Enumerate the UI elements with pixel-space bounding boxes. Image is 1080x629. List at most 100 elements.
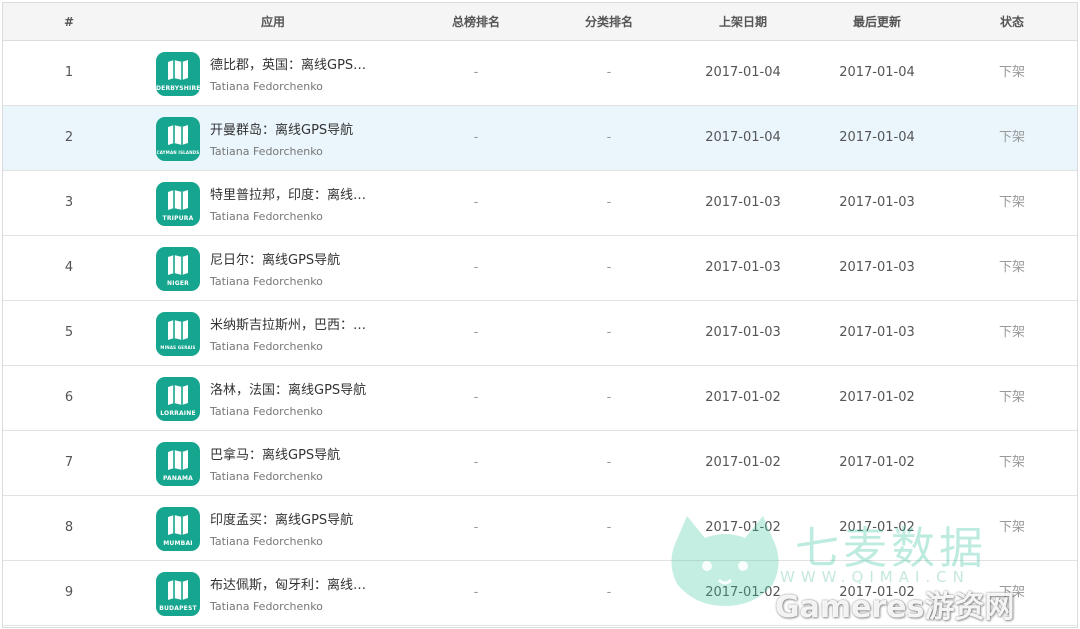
last-update: 2017-01-04: [839, 65, 915, 80]
header-category-rank[interactable]: 分类排名: [585, 3, 633, 41]
row-rank: 9: [64, 585, 74, 600]
last-update: 2017-01-03: [839, 195, 915, 210]
app-name-link[interactable]: 米纳斯吉拉斯州，巴西：离线GPS导航: [210, 314, 368, 333]
header-app: 应用: [260, 15, 286, 29]
listed-date: 2017-01-02: [705, 520, 781, 535]
status-badge: 下架: [998, 455, 1026, 470]
app-name-link[interactable]: 开曼群岛：离线GPS导航: [210, 119, 368, 138]
icon-caption: BUDAPEST: [159, 605, 197, 612]
row-rank: 8: [64, 520, 74, 535]
overall-rank: -: [473, 195, 479, 210]
row-rank: 2: [64, 130, 74, 145]
map-icon: [168, 190, 188, 210]
listed-date: 2017-01-04: [705, 130, 781, 145]
overall-rank: -: [473, 390, 479, 405]
table-row[interactable]: 8 MUMBAI 印度孟买：离线GPS导航 Tatiana Fedorchenko - -…: [3, 496, 1077, 561]
icon-caption: DERBYSHIRE: [156, 85, 200, 92]
listed-date: 2017-01-02: [705, 585, 781, 600]
last-update: 2017-01-04: [839, 130, 915, 145]
table-row[interactable]: 6 LORRAINE 洛林，法国：离线GPS导航 Tatiana Fedorchenk…: [3, 366, 1077, 431]
listed-date: 2017-01-02: [705, 455, 781, 470]
header-rank: #: [63, 15, 75, 29]
app-icon[interactable]: PANAMA: [156, 442, 200, 486]
last-update: 2017-01-02: [839, 520, 915, 535]
listed-date: 2017-01-04: [705, 65, 781, 80]
icon-caption: PANAMA: [163, 475, 193, 482]
category-rank: -: [606, 390, 612, 405]
header-last-update[interactable]: 最后更新: [853, 3, 901, 41]
table-row[interactable]: 5 MINAS GERAIS 米纳斯吉拉斯州，巴西：离线GPS导航 Tatiana F…: [3, 301, 1077, 366]
app-name-link[interactable]: 德比郡，英国：离线GPS导航: [210, 54, 368, 73]
last-update: 2017-01-03: [839, 325, 915, 340]
category-rank: -: [606, 195, 612, 210]
status-badge: 下架: [998, 390, 1026, 405]
status-badge: 下架: [998, 130, 1026, 145]
last-update: 2017-01-03: [839, 260, 915, 275]
map-icon: [168, 580, 188, 600]
app-icon[interactable]: TRIPURA: [156, 182, 200, 226]
table-row[interactable]: 3 TRIPURA 特里普拉邦，印度：离线GPS导航 Tatiana Fedorche…: [3, 171, 1077, 236]
app-icon[interactable]: LORRAINE: [156, 377, 200, 421]
app-developer: Tatiana Fedorchenko: [210, 470, 323, 483]
icon-caption: MINAS GERAIS: [160, 345, 196, 350]
table-row[interactable]: 2 CAYMAN ISLANDS 开曼群岛：离线GPS导航 Tatiana Fedor…: [3, 106, 1077, 171]
listed-date: 2017-01-03: [705, 325, 781, 340]
app-name-link[interactable]: 印度孟买：离线GPS导航: [210, 509, 368, 528]
map-icon: [168, 515, 188, 535]
last-update: 2017-01-02: [839, 585, 915, 600]
listed-date: 2017-01-03: [705, 195, 781, 210]
category-rank: -: [606, 325, 612, 340]
table-row[interactable]: 4 NIGER 尼日尔：离线GPS导航 Tatiana Fedorchenko - - 20…: [3, 236, 1077, 301]
app-name-link[interactable]: 尼日尔：离线GPS导航: [210, 249, 368, 268]
map-icon: [168, 320, 188, 340]
app-name-link[interactable]: 布达佩斯，匈牙利：离线GPS导航: [210, 574, 368, 593]
status-badge: 下架: [998, 65, 1026, 80]
row-rank: 1: [64, 65, 74, 80]
row-rank: 6: [64, 390, 74, 405]
listed-date: 2017-01-03: [705, 260, 781, 275]
table-row[interactable]: 9 BUDAPEST 布达佩斯，匈牙利：离线GPS导航 Tatiana Fedorch…: [3, 561, 1077, 626]
category-rank: -: [606, 65, 612, 80]
app-developer: Tatiana Fedorchenko: [210, 600, 323, 613]
app-name-link[interactable]: 洛林，法国：离线GPS导航: [210, 379, 368, 398]
header-overall-rank[interactable]: 总榜排名: [452, 3, 500, 41]
app-icon[interactable]: DERBYSHIRE: [156, 52, 200, 96]
app-name-link[interactable]: 特里普拉邦，印度：离线GPS导航: [210, 184, 368, 203]
header-listed-date[interactable]: 上架日期: [719, 3, 767, 41]
status-badge: 下架: [998, 585, 1026, 600]
app-developer: Tatiana Fedorchenko: [210, 145, 323, 158]
status-badge: 下架: [998, 195, 1026, 210]
category-rank: -: [606, 455, 612, 470]
row-rank: 7: [64, 455, 74, 470]
app-icon[interactable]: MUMBAI: [156, 507, 200, 551]
category-rank: -: [606, 130, 612, 145]
app-developer: Tatiana Fedorchenko: [210, 210, 323, 223]
row-rank: 4: [64, 260, 74, 275]
map-icon: [168, 385, 188, 405]
app-developer: Tatiana Fedorchenko: [210, 535, 323, 548]
map-icon: [168, 450, 188, 470]
app-developer: Tatiana Fedorchenko: [210, 80, 323, 93]
icon-caption: NIGER: [167, 280, 189, 287]
last-update: 2017-01-02: [839, 390, 915, 405]
app-icon[interactable]: BUDAPEST: [156, 572, 200, 616]
app-icon[interactable]: NIGER: [156, 247, 200, 291]
table-header: # 应用 总榜排名 分类排名 上架日期 最后更新 状态: [3, 3, 1077, 41]
app-icon[interactable]: MINAS GERAIS: [156, 312, 200, 356]
app-developer: Tatiana Fedorchenko: [210, 340, 323, 353]
icon-caption: CAYMAN ISLANDS: [156, 150, 200, 155]
status-badge: 下架: [998, 520, 1026, 535]
app-developer: Tatiana Fedorchenko: [210, 275, 323, 288]
table-row[interactable]: 7 PANAMA 巴拿马：离线GPS导航 Tatiana Fedorchenko - - 2…: [3, 431, 1077, 496]
app-name-link[interactable]: 巴拿马：离线GPS导航: [210, 444, 368, 463]
table-row[interactable]: 1 DERBYSHIRE 德比郡，英国：离线GPS导航 Tatiana Fedorch…: [3, 41, 1077, 106]
app-developer: Tatiana Fedorchenko: [210, 405, 323, 418]
icon-caption: LORRAINE: [160, 410, 196, 417]
overall-rank: -: [473, 520, 479, 535]
listed-date: 2017-01-02: [705, 390, 781, 405]
map-icon: [168, 60, 188, 80]
category-rank: -: [606, 585, 612, 600]
overall-rank: -: [473, 260, 479, 275]
row-rank: 5: [64, 325, 74, 340]
app-icon[interactable]: CAYMAN ISLANDS: [156, 117, 200, 161]
